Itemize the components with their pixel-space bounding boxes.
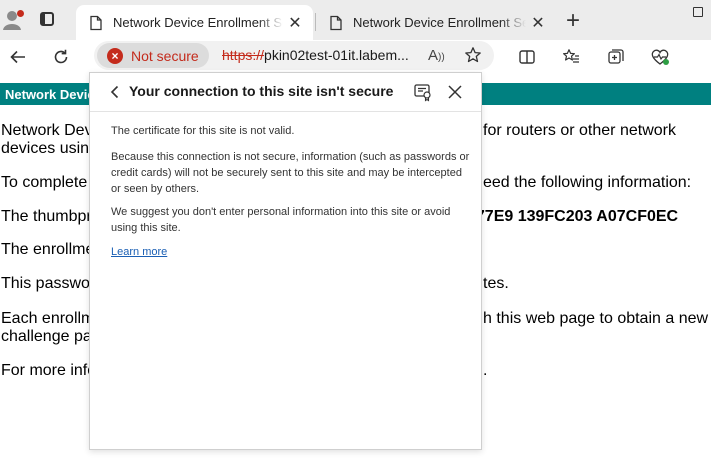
read-aloud-icon[interactable]: A))	[428, 47, 445, 64]
tab-title: Network Device Enrollment Servi	[113, 15, 283, 30]
tab-strip: Network Device Enrollment Servi ✕ Networ…	[0, 0, 711, 40]
split-screen-icon[interactable]	[513, 43, 541, 71]
page-icon	[328, 15, 344, 31]
chevron-back-icon[interactable]	[106, 83, 124, 101]
back-arrow-icon[interactable]	[4, 43, 32, 71]
paragraph-each-left: Each enrollm	[1, 310, 95, 327]
notification-dot-icon	[17, 10, 24, 17]
favorites-list-icon[interactable]	[557, 43, 585, 71]
paragraph-complete-left: To complete	[1, 174, 88, 191]
paragraph-complete-right: eed the following information:	[483, 174, 692, 191]
certificate-icon[interactable]	[413, 82, 433, 102]
refresh-icon[interactable]	[47, 43, 75, 71]
collections-icon[interactable]	[602, 43, 630, 71]
paragraph-password-left: This passwo	[1, 275, 90, 292]
new-tab-button[interactable]: +	[562, 9, 584, 33]
paragraph-more-info-right: .	[483, 362, 488, 379]
tab-actions-icon[interactable]	[40, 12, 54, 26]
browser-essentials-icon[interactable]	[646, 43, 674, 71]
maximize-window-icon[interactable]	[693, 7, 703, 17]
tab-inactive[interactable]: Network Device Enrollment Servi ✕	[316, 5, 556, 40]
close-tab-icon[interactable]: ✕	[526, 11, 550, 35]
certificate-invalid-text: The certificate for this site is not val…	[111, 125, 295, 137]
popup-title: Your connection to this site isn't secur…	[129, 83, 394, 99]
paragraph-enrollment: The enrollme	[1, 241, 95, 258]
paragraph-password-right: tes.	[483, 275, 509, 292]
paragraph-more-info-left: For more info	[1, 362, 97, 379]
profile-avatar-icon[interactable]	[2, 6, 26, 32]
popup-divider	[90, 111, 481, 112]
paragraph-thumbprint-left: The thumbpr	[1, 208, 92, 225]
favorite-star-icon[interactable]	[464, 46, 482, 69]
popup-header: Your connection to this site isn't secur…	[90, 73, 481, 111]
url-host: pkin02test-01it.labem...	[264, 47, 409, 63]
site-security-button[interactable]: × Not secure	[97, 43, 209, 68]
connection-security-popup: Your connection to this site isn't secur…	[89, 72, 482, 450]
paragraph-intro-left: Network Dev	[1, 122, 93, 139]
page-icon	[88, 15, 104, 31]
url-text[interactable]: https://pkin02test-01it.labem...	[222, 47, 417, 63]
paragraph-each-right: h this web page to obtain a new	[483, 310, 709, 327]
recommendation-text: We suggest you don't enter personal info…	[111, 206, 451, 234]
thumbprint-value: 577E9 139FC203 A07CF0EC	[467, 208, 679, 225]
tab-active[interactable]: Network Device Enrollment Servi ✕	[76, 5, 313, 40]
connection-warning-text: Because this connection is not secure, i…	[111, 151, 470, 195]
toolbar: × Not secure https://pkin02test-01it.lab…	[0, 40, 711, 73]
not-secure-label: Not secure	[131, 47, 199, 64]
close-tab-icon[interactable]: ✕	[283, 11, 307, 35]
address-bar[interactable]: × Not secure https://pkin02test-01it.lab…	[94, 41, 494, 70]
close-icon[interactable]	[445, 82, 465, 102]
paragraph-intro-line2: devices usin	[1, 140, 90, 157]
tab-title: Network Device Enrollment Servi	[353, 15, 526, 30]
url-scheme: https://	[222, 47, 265, 63]
paragraph-each-line2: challenge pa	[1, 328, 92, 345]
learn-more-link[interactable]: Learn more	[111, 246, 167, 258]
paragraph-intro-right: for routers or other network	[483, 122, 676, 139]
warning-x-icon: ×	[107, 47, 123, 64]
